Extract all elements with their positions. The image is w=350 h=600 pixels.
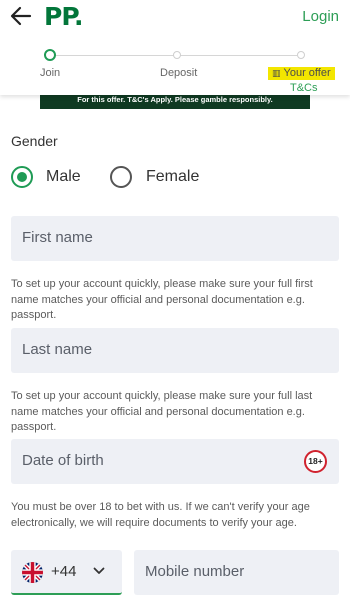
first-name-placeholder: First name (22, 229, 93, 246)
step-offer-text: Your offer (283, 67, 331, 79)
tcs-link[interactable]: T&Cs (290, 82, 318, 94)
gender-female-label[interactable]: Female (146, 168, 199, 186)
mobile-number-field[interactable]: Mobile number (134, 550, 339, 595)
last-name-placeholder: Last name (22, 341, 93, 358)
logo[interactable]: PP. (44, 2, 84, 31)
progress-track (56, 55, 174, 56)
last-name-help: To set up your account quickly, please m… (11, 390, 313, 433)
header: PP. Login Join Deposit ▥ Your offer T&Cs (0, 0, 350, 95)
step-dot-join (44, 49, 56, 61)
step-dot-deposit (173, 51, 181, 59)
mobile-number-placeholder: Mobile number (145, 563, 245, 580)
age-18-badge-icon: 18+ (304, 450, 327, 473)
date-of-birth-field[interactable]: Date of birth 18+ (11, 439, 339, 484)
login-link[interactable]: Login (302, 8, 339, 25)
last-name-field[interactable]: Last name (11, 328, 339, 373)
gender-male-label[interactable]: Male (46, 168, 81, 186)
step-label-join: Join (40, 67, 61, 79)
gender-label: Gender (11, 133, 58, 149)
uk-flag-icon (22, 562, 43, 583)
chevron-down-icon (93, 567, 105, 574)
offer-banner: For this offer. T&C's Apply. Please gamb… (40, 94, 310, 109)
step-label-deposit: Deposit (160, 67, 198, 79)
date-of-birth-help: You must be over 18 to bet with us. If w… (11, 501, 310, 529)
step-dot-offer (297, 51, 305, 59)
date-of-birth-placeholder: Date of birth (22, 452, 104, 469)
gift-icon: ▥ (272, 68, 281, 78)
progress-track (180, 55, 297, 56)
country-code-value: +44 (51, 563, 77, 580)
first-name-help: To set up your account quickly, please m… (11, 278, 313, 321)
back-arrow-icon[interactable] (10, 6, 32, 26)
gender-male-radio[interactable] (11, 166, 33, 188)
step-label-offer: ▥ Your offer (268, 67, 335, 80)
first-name-field[interactable]: First name (11, 216, 339, 261)
gender-female-radio[interactable] (110, 166, 132, 188)
country-code-select[interactable]: +44 (11, 550, 122, 595)
